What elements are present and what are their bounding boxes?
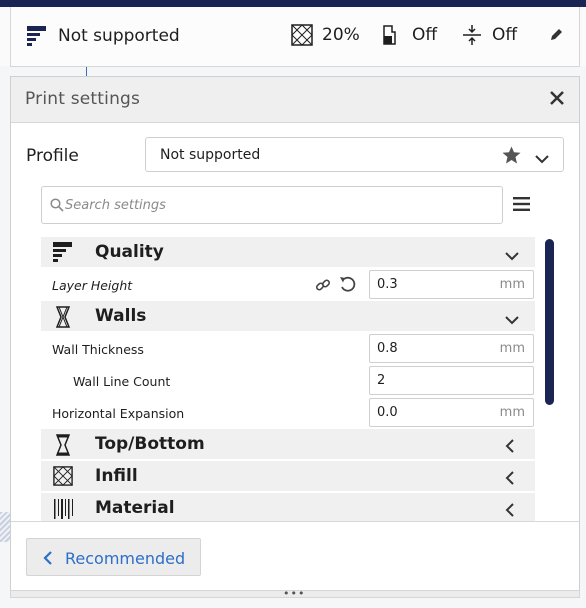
category-infill[interactable]: Infill <box>41 461 535 491</box>
category-quality-label: Quality <box>95 242 164 262</box>
infill-icon <box>291 24 313 46</box>
print-setup-header[interactable]: Not supported 20% Off Off <box>10 7 580 67</box>
wall-line-count-value: 2 <box>377 373 386 388</box>
reset-icon[interactable] <box>339 276 357 297</box>
horizontal-expansion-input[interactable]: 0.0 mm <box>369 398 534 427</box>
link-icon[interactable] <box>315 277 331 297</box>
star-icon[interactable] <box>502 146 521 168</box>
print-settings-panel: Print settings Profile Not supported Sea… <box>10 76 580 594</box>
wall-thickness-input[interactable]: 0.8 mm <box>369 334 534 363</box>
grip-dots: ••• <box>283 587 306 600</box>
recommended-label: Recommended <box>65 549 186 568</box>
layer-height-unit: mm <box>499 277 525 292</box>
search-placeholder: Search settings <box>65 198 166 213</box>
edit-settings-button[interactable] <box>549 28 563 42</box>
horizontal-expansion-value: 0.0 <box>377 405 398 420</box>
layer-height-value: 0.3 <box>377 277 398 292</box>
profile-value: Not supported <box>160 147 261 163</box>
close-icon[interactable] <box>549 90 565 110</box>
chevron-down-icon[interactable] <box>535 149 549 168</box>
search-input[interactable]: Search settings <box>41 186 503 224</box>
header-support-value: Off <box>412 25 438 45</box>
header-profile[interactable]: Not supported <box>27 24 180 48</box>
walls-icon <box>53 306 73 332</box>
top-bottom-icon <box>53 434 73 460</box>
category-material[interactable]: Material <box>41 493 535 521</box>
header-adhesion-value: Off <box>492 25 518 45</box>
settings-list[interactable]: Quality Layer Height 0.3 mm Walls Wall T… <box>41 237 535 521</box>
category-quality[interactable]: Quality <box>41 237 535 267</box>
horizontal-expansion-label: Horizontal Expansion <box>52 406 185 421</box>
footer-divider <box>11 521 579 522</box>
layer-height-input[interactable]: 0.3 mm <box>369 270 534 299</box>
infill-icon <box>53 466 73 490</box>
chevron-left-icon <box>505 502 515 521</box>
viewport-guide-line <box>86 66 87 76</box>
wall-line-count-label: Wall Line Count <box>73 374 171 389</box>
panel-title: Print settings <box>25 89 141 109</box>
wall-thickness-value: 0.8 <box>377 341 398 356</box>
category-top-bottom-label: Top/Bottom <box>95 434 205 454</box>
pencil-icon <box>549 28 563 42</box>
search-icon <box>50 198 64 212</box>
chevron-left-icon <box>43 551 52 565</box>
chevron-down-icon <box>505 310 519 329</box>
profile-dropdown[interactable]: Not supported <box>145 137 564 172</box>
setting-wall-thickness: Wall Thickness 0.8 mm <box>41 333 535 363</box>
header-infill[interactable]: 20% <box>291 24 360 46</box>
settings-scrollbar[interactable] <box>545 239 554 405</box>
layer-height-label: Layer Height <box>52 278 133 293</box>
wall-thickness-unit: mm <box>499 341 525 356</box>
category-material-label: Material <box>95 498 175 518</box>
category-infill-label: Infill <box>95 466 138 486</box>
header-infill-value: 20% <box>322 25 360 45</box>
recommended-button[interactable]: Recommended <box>26 538 201 576</box>
category-walls-label: Walls <box>95 306 147 326</box>
category-top-bottom[interactable]: Top/Bottom <box>41 429 535 459</box>
header-profile-label: Not supported <box>58 26 180 46</box>
quality-icon <box>53 242 73 266</box>
chevron-left-icon <box>505 438 515 457</box>
setting-horizontal-expansion: Horizontal Expansion 0.0 mm <box>41 397 535 427</box>
profile-label: Profile <box>26 146 79 166</box>
adhesion-icon <box>462 24 482 46</box>
wall-thickness-label: Wall Thickness <box>52 342 144 357</box>
quality-icon <box>27 24 47 48</box>
support-icon <box>381 24 403 46</box>
panel-resize-grip[interactable]: ••• <box>10 587 580 600</box>
header-support[interactable]: Off <box>381 24 437 46</box>
chevron-down-icon <box>505 246 519 265</box>
material-icon <box>53 498 75 521</box>
header-adhesion[interactable]: Off <box>462 24 517 46</box>
top-accent-strip <box>0 0 586 7</box>
setting-wall-line-count: Wall Line Count 2 <box>41 365 535 395</box>
chevron-left-icon <box>505 470 515 489</box>
horizontal-expansion-unit: mm <box>499 405 525 420</box>
category-walls[interactable]: Walls <box>41 301 535 331</box>
panel-title-bar: Print settings <box>11 77 579 123</box>
menu-icon[interactable] <box>513 196 530 215</box>
setting-layer-height: Layer Height 0.3 mm <box>41 269 535 299</box>
wall-line-count-input[interactable]: 2 <box>369 366 534 395</box>
